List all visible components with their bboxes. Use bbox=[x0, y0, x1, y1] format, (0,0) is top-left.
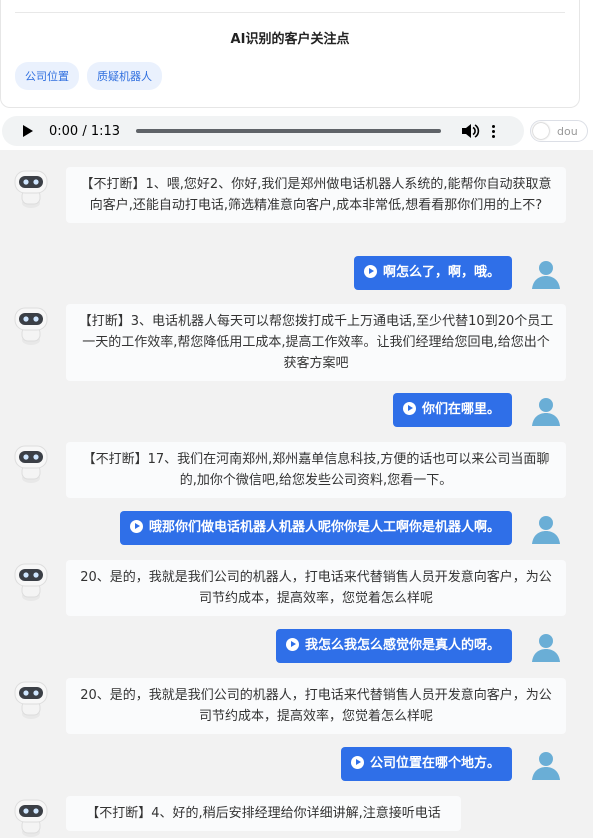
tag-questions-robot: 质疑机器人 bbox=[87, 62, 162, 90]
bot-message: 【不打断】17、我们在河南郑州,郑州嘉单信息科技,方便的话也可以来公司当面聊的,… bbox=[66, 442, 566, 498]
user-avatar bbox=[528, 747, 564, 783]
toggle-knob bbox=[533, 123, 549, 139]
user-avatar bbox=[528, 511, 564, 547]
audio-time: 0:00 / 1:13 bbox=[49, 123, 121, 139]
play-icon[interactable] bbox=[23, 125, 33, 137]
user-message-text: 公司位置在哪个地方。 bbox=[369, 756, 500, 771]
user-message[interactable]: 啊怎么了，啊，哦。 bbox=[353, 256, 512, 290]
bot-message: 20、是的，我就是我们公司的机器人，打电话来代替销售人员开发意向客户，为公司节约… bbox=[66, 678, 566, 734]
more-options-icon[interactable] bbox=[492, 124, 496, 138]
user-message[interactable]: 哦那你们做电话机器人机器人呢你你是人工啊你是机器人啊。 bbox=[119, 511, 512, 545]
user-message-text: 啊怎么了，啊，哦。 bbox=[382, 265, 500, 280]
volume-icon[interactable] bbox=[462, 124, 480, 138]
robot-avatar bbox=[14, 305, 48, 345]
play-circle-icon[interactable] bbox=[363, 265, 377, 278]
play-circle-icon[interactable] bbox=[285, 638, 299, 651]
conversation-log: 【不打断】1、喂,您好2、你好,我们是郑州做电话机器人系统的,能帮你自动获取意向… bbox=[0, 150, 593, 838]
robot-avatar bbox=[14, 168, 48, 208]
audio-progress-bar[interactable] bbox=[136, 129, 442, 133]
robot-avatar bbox=[14, 679, 48, 719]
robot-avatar bbox=[14, 443, 48, 483]
bot-message: 20、是的，我就是我们公司的机器人，打电话来代替销售人员开发意向客户，为公司节约… bbox=[66, 560, 566, 616]
bot-message: 【不打断】1、喂,您好2、你好,我们是郑州做电话机器人系统的,能帮你自动获取意向… bbox=[66, 167, 566, 223]
user-avatar bbox=[528, 256, 564, 292]
user-message-text: 哦那你们做电话机器人机器人呢你你是人工啊你是机器人啊。 bbox=[148, 520, 500, 535]
play-circle-icon[interactable] bbox=[129, 520, 143, 533]
toggle-label: dou bbox=[557, 125, 578, 138]
user-message[interactable]: 公司位置在哪个地方。 bbox=[340, 747, 512, 781]
user-avatar bbox=[528, 629, 564, 665]
user-message-text: 我怎么我怎么感觉你是真人的呀。 bbox=[304, 638, 500, 653]
robot-avatar bbox=[14, 797, 48, 837]
robot-avatar bbox=[14, 561, 48, 601]
user-message[interactable]: 我怎么我怎么感觉你是真人的呀。 bbox=[275, 629, 512, 663]
play-circle-icon[interactable] bbox=[402, 402, 416, 415]
user-message[interactable]: 你们在哪里。 bbox=[392, 393, 512, 427]
bot-message: 【不打断】4、好的,稍后安排经理给你详细讲解,注意接听电话 bbox=[66, 796, 461, 831]
divider bbox=[15, 12, 565, 13]
interrupt-toggle[interactable]: dou bbox=[530, 120, 588, 142]
audio-row: 0:00 / 1:13 dou bbox=[0, 114, 593, 148]
panel-title: AI识别的客户关注点 bbox=[230, 32, 350, 47]
bot-message: 【打断】3、电话机器人每天可以帮您拨打成千上万通电话,至少代替10到20个员工一… bbox=[66, 304, 566, 381]
user-message-text: 你们在哪里。 bbox=[421, 402, 500, 417]
user-avatar bbox=[528, 393, 564, 429]
tag-list: 公司位置 质疑机器人 bbox=[15, 62, 162, 90]
customer-focus-panel: AI识别的客户关注点 公司位置 质疑机器人 bbox=[0, 0, 580, 108]
audio-player[interactable]: 0:00 / 1:13 bbox=[2, 116, 524, 146]
tag-company-location: 公司位置 bbox=[15, 62, 79, 90]
play-circle-icon[interactable] bbox=[350, 756, 364, 769]
